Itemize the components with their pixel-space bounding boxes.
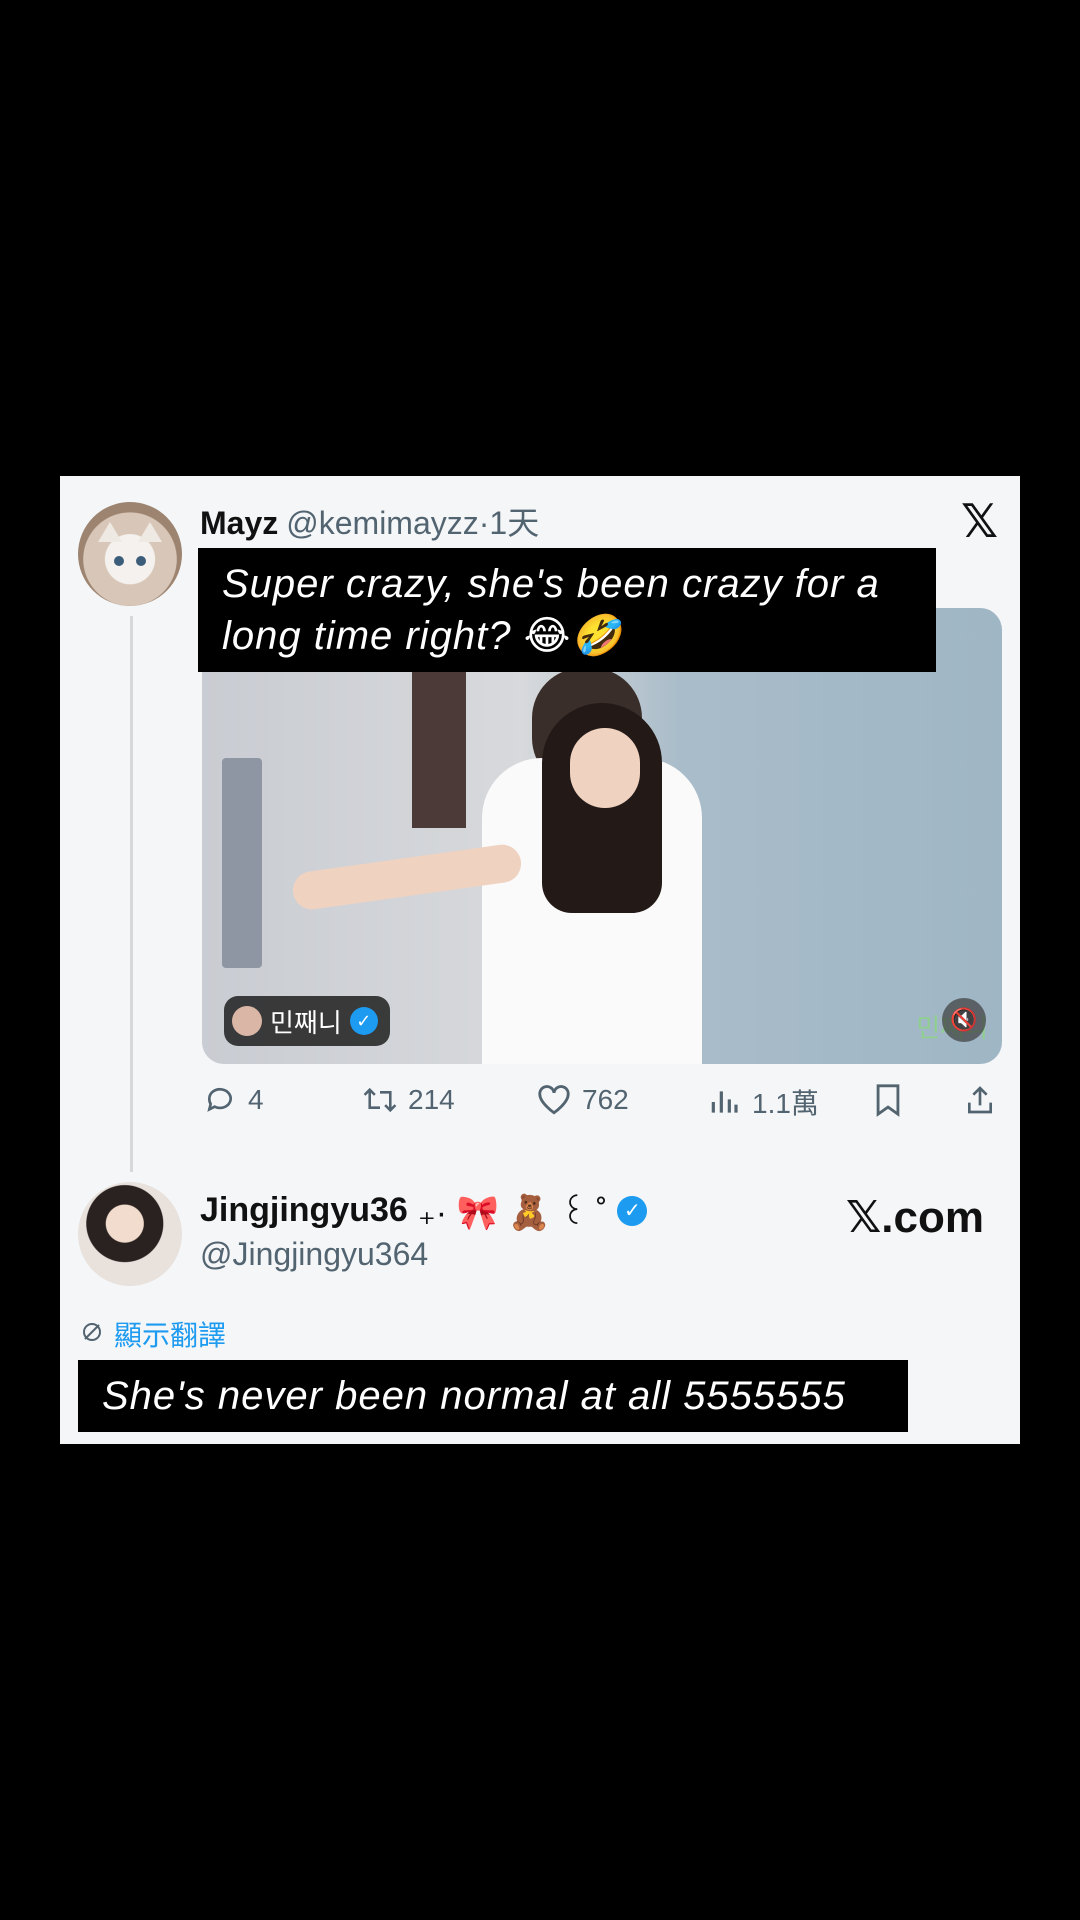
mute-icon[interactable]: 🔇 xyxy=(942,998,986,1042)
source-label: 𝕏.com xyxy=(845,1193,984,1242)
views-count: 1.1萬 xyxy=(752,1088,819,1119)
like-count: 762 xyxy=(582,1084,629,1115)
translate-icon xyxy=(80,1318,104,1351)
reply-button[interactable]: 4 xyxy=(202,1082,264,1118)
tweet-header: Mayz @kemimayzz·1天 xyxy=(200,498,539,544)
heart-icon xyxy=(536,1082,572,1118)
bookmark-icon xyxy=(870,1082,906,1118)
tweet-video[interactable]: 민째니 ✓ 민째니 🔇 xyxy=(202,608,1002,1064)
tweet-time[interactable]: ·1天 xyxy=(479,505,539,541)
retweet-count: 214 xyxy=(408,1084,455,1115)
reply-icon xyxy=(202,1082,238,1118)
verified-icon: ✓ xyxy=(617,1195,648,1226)
x-logo-icon: 𝕏 xyxy=(960,495,998,547)
avatar[interactable] xyxy=(78,502,182,606)
channel-avatar xyxy=(232,1006,262,1036)
show-translation-link[interactable]: 顯示翻譯 xyxy=(80,1314,226,1354)
share-icon xyxy=(962,1082,998,1118)
tweet-header: Jingjingyu36 ₊· 🎀 🧸 ꒰ ˚ ✓ xyxy=(200,1188,648,1233)
translate-label: 顯示翻譯 xyxy=(114,1319,227,1352)
tweet-action-bar: 4 214 762 1.1萬 xyxy=(202,1082,1002,1132)
tweet-screenshot-card: Mayz@kemimayzz·1天 𝕏 민째니 ✓ 민째니 🔇 Super cr… xyxy=(60,476,1020,1444)
video-channel-chip: 민째니 ✓ xyxy=(224,996,390,1046)
caption-overlay-top: Super crazy, she's been crazy for a long… xyxy=(198,548,936,672)
views-button[interactable]: 1.1萬 xyxy=(706,1082,819,1122)
verified-icon: ✓ xyxy=(349,1007,378,1035)
display-name[interactable]: Mayz xyxy=(200,505,278,541)
user-handle[interactable]: @Jingjingyu364 xyxy=(200,1236,428,1273)
views-icon xyxy=(706,1084,742,1120)
avatar[interactable] xyxy=(78,1182,182,1286)
woman-face xyxy=(570,728,640,808)
like-button[interactable]: 762 xyxy=(536,1082,629,1118)
cat-ear-right xyxy=(138,522,162,542)
cat-eye-left xyxy=(114,556,124,566)
thread-connector-line xyxy=(130,616,133,1172)
retweet-icon xyxy=(362,1082,398,1118)
bookmark-button[interactable] xyxy=(870,1082,906,1118)
cat-eye-right xyxy=(136,556,146,566)
reply-count: 4 xyxy=(248,1084,264,1115)
channel-name: 민째니 xyxy=(270,1008,342,1039)
elevator-panel xyxy=(222,758,262,968)
retweet-button[interactable]: 214 xyxy=(362,1082,455,1118)
caption-overlay-bottom: She's never been normal at all 5555555 xyxy=(78,1360,908,1432)
user-handle[interactable]: @kemimayzz xyxy=(286,505,479,541)
display-name[interactable]: Jingjingyu36 xyxy=(200,1191,408,1230)
cat-ear-left xyxy=(98,522,122,542)
name-decorations: ₊· 🎀 🧸 ꒰ ˚ xyxy=(417,1194,608,1232)
share-button[interactable] xyxy=(962,1082,998,1118)
wall-art xyxy=(412,668,466,828)
